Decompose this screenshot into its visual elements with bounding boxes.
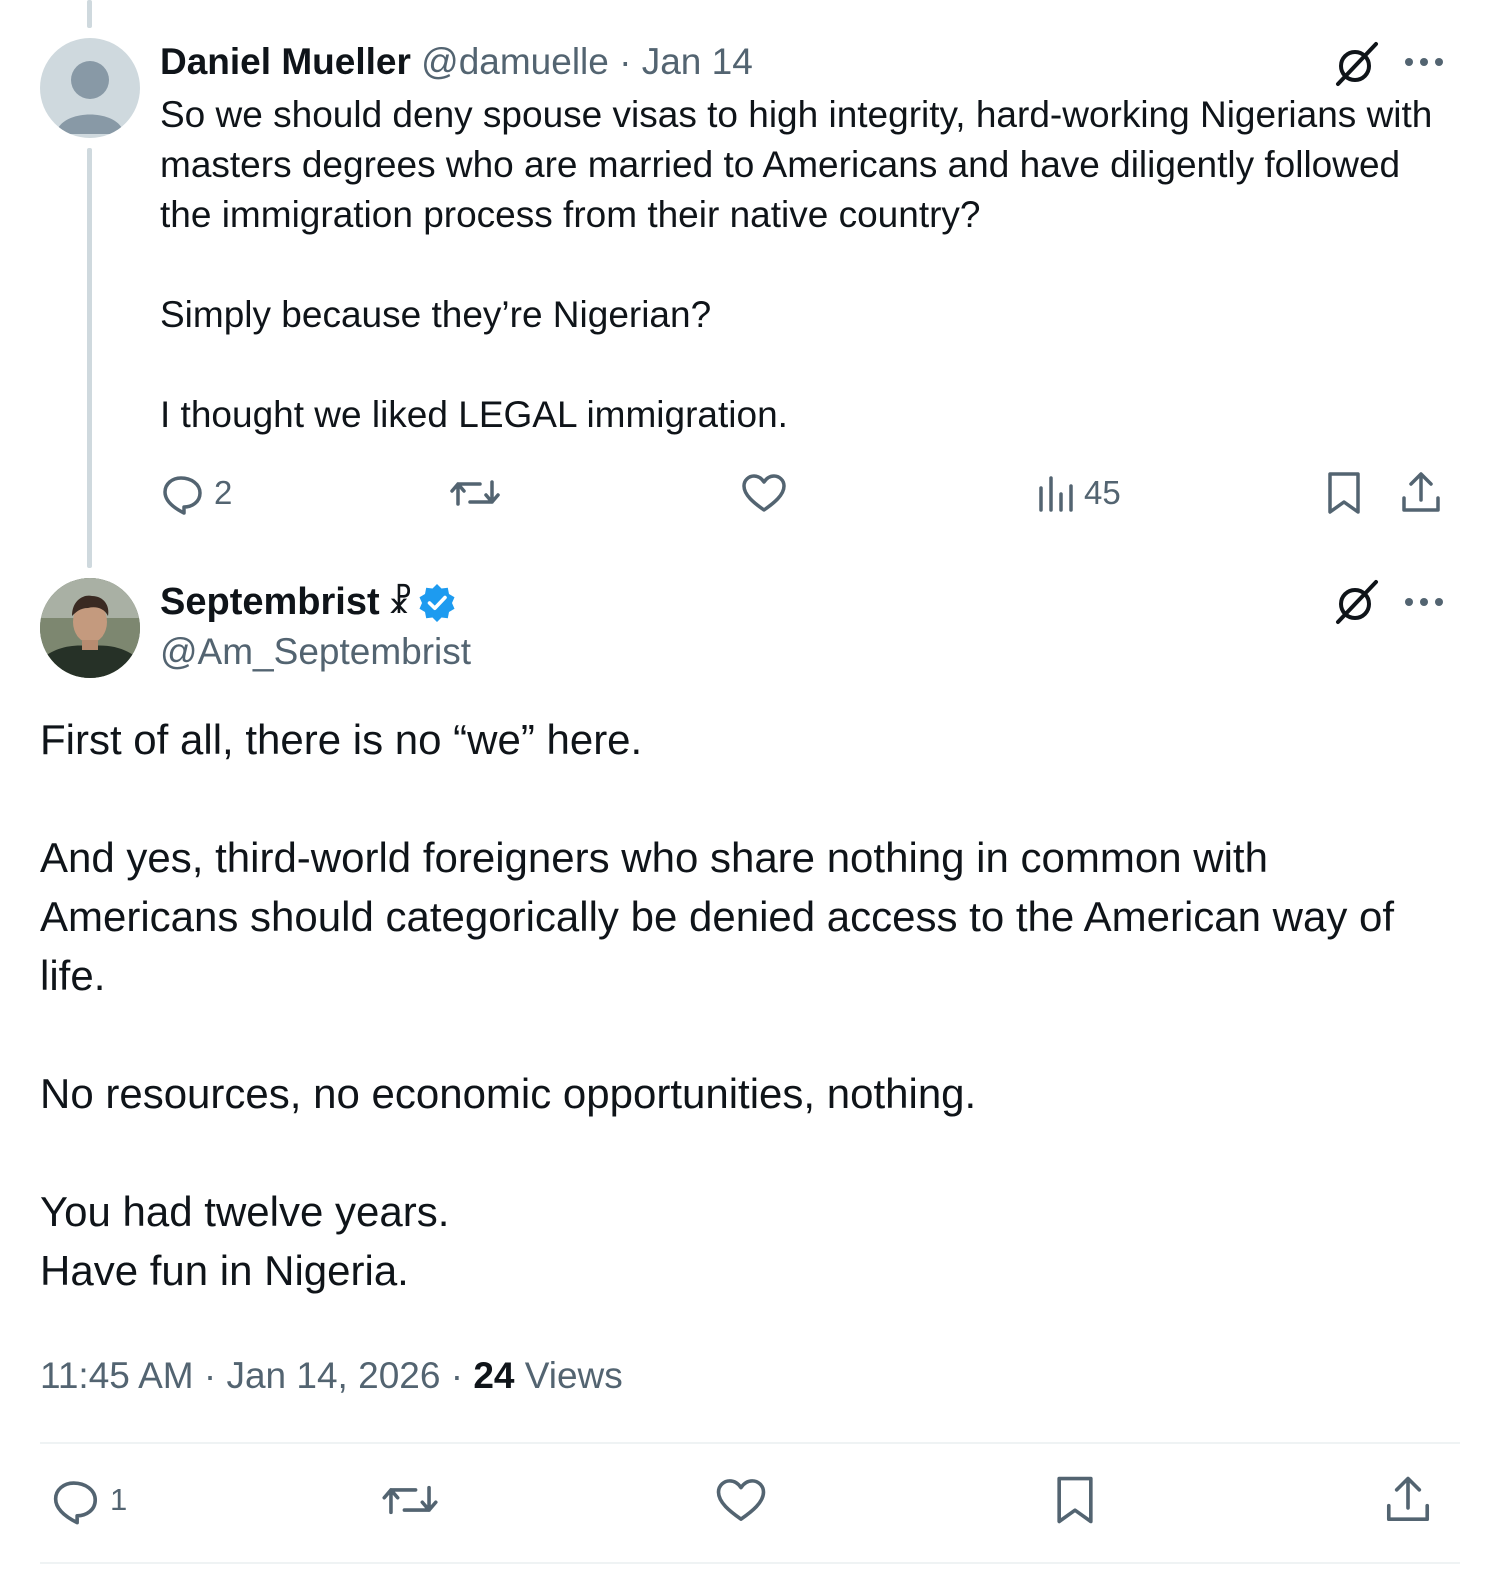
divider	[40, 1562, 1460, 1564]
reply-count: 2	[214, 474, 233, 511]
chi-rho-badge: ☧	[387, 584, 413, 620]
author-handle[interactable]: @Am_Septembrist	[160, 628, 471, 676]
repost-icon	[382, 1485, 438, 1515]
thread-line	[87, 148, 92, 568]
author-handle-date[interactable]: @damuelle · Jan 14	[421, 41, 753, 82]
views-button[interactable]: 45	[1036, 470, 1121, 516]
reply-button[interactable]: 2	[160, 470, 232, 516]
more-options-icon[interactable]	[1402, 48, 1446, 81]
analytics-icon	[1039, 476, 1073, 512]
share-button[interactable]	[1382, 1474, 1434, 1526]
main-post-header: Septembrist ☧ @Am_Septembrist	[160, 578, 471, 676]
share-icon	[1402, 472, 1440, 512]
post-text: So we should deny spouse visas to high i…	[160, 94, 1433, 435]
post-actions: 2 45	[160, 470, 1460, 522]
avatar[interactable]	[40, 578, 140, 678]
grok-icon[interactable]	[1332, 40, 1380, 93]
divider	[40, 1442, 1460, 1444]
heart-icon	[716, 1479, 766, 1521]
post-metadata: 11:45 AM · Jan 14, 2026 · 24 Views	[40, 1352, 623, 1400]
views-count: 45	[1084, 474, 1121, 511]
post-header: Daniel Mueller @damuelle · Jan 14	[160, 38, 1460, 86]
main-post-actions: 1	[40, 1474, 1460, 1534]
reply-icon	[53, 1481, 98, 1525]
verified-badge-icon[interactable]	[417, 582, 457, 622]
thread-line	[87, 0, 92, 28]
author-name[interactable]: Daniel Mueller	[160, 41, 411, 82]
like-button[interactable]	[714, 1474, 768, 1526]
share-icon	[1386, 1476, 1430, 1522]
bookmark-button[interactable]	[1052, 1474, 1098, 1526]
author-name[interactable]: Septembrist	[160, 578, 380, 626]
post-timestamp[interactable]: 11:45 AM · Jan 14, 2026 ·	[40, 1355, 473, 1396]
repost-button[interactable]	[382, 1474, 438, 1526]
reply-icon	[163, 476, 202, 515]
share-button[interactable]	[1398, 470, 1444, 516]
parent-post: Daniel Mueller @damuelle · Jan 14 So we …	[160, 38, 1460, 440]
post-text: First of all, there is no “we” here. And…	[40, 716, 1395, 1294]
views-label: Views	[514, 1355, 623, 1396]
default-avatar-icon	[56, 61, 124, 134]
bookmark-icon	[1328, 472, 1360, 514]
repost-button[interactable]	[450, 470, 500, 516]
bookmark-button[interactable]	[1324, 470, 1364, 516]
bookmark-icon	[1057, 1476, 1093, 1524]
profile-photo	[40, 578, 140, 678]
grok-icon[interactable]	[1332, 578, 1380, 631]
views-count: 24	[473, 1355, 515, 1396]
avatar[interactable]	[40, 38, 140, 138]
like-button[interactable]	[740, 470, 788, 516]
reply-count: 1	[110, 1482, 128, 1517]
heart-icon	[742, 474, 786, 512]
reply-button[interactable]: 1	[50, 1474, 127, 1526]
repost-icon	[450, 480, 500, 506]
more-options-icon[interactable]	[1402, 588, 1446, 621]
